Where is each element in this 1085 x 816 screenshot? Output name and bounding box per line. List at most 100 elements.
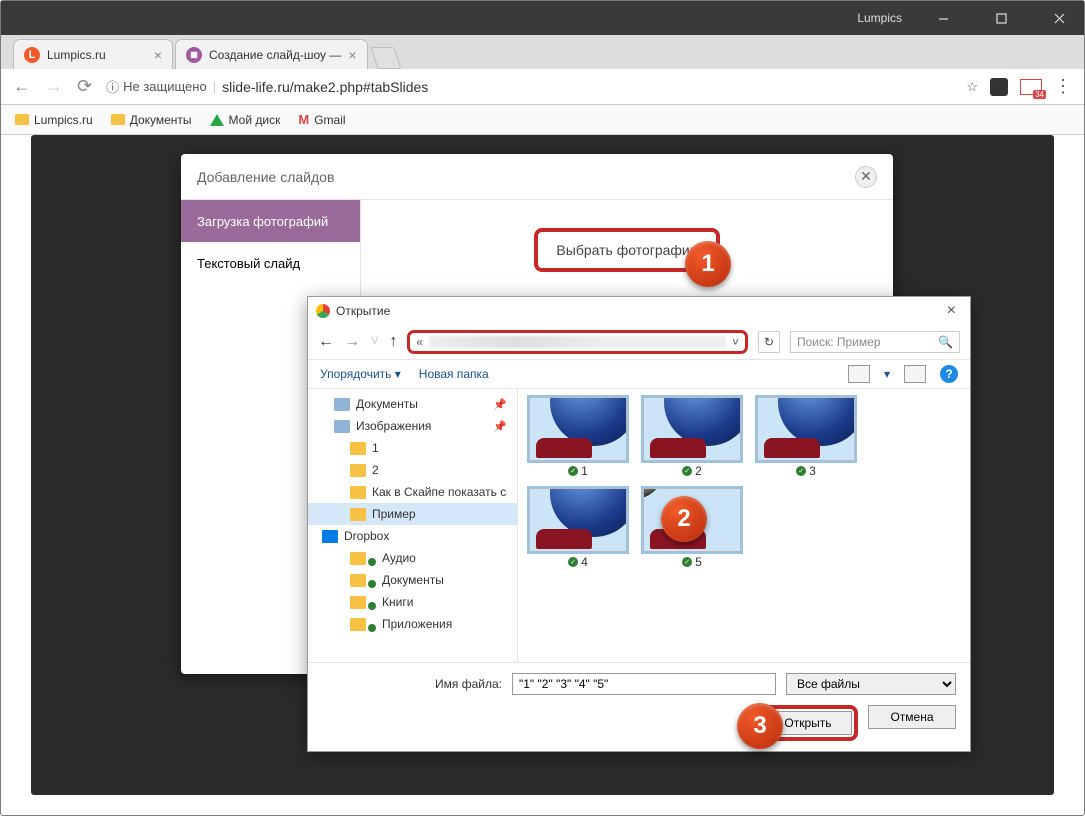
new-folder-button[interactable]: Новая папка [419,367,489,381]
preview-pane-button[interactable] [904,365,926,383]
pin-icon: 📌 [493,420,507,433]
callout-3: 3 [737,703,783,749]
search-icon: 🔍 [938,335,953,349]
organize-menu[interactable]: Упорядочить ▾ [320,367,401,381]
path-blurred [429,336,726,348]
folder-icon [350,596,366,609]
sync-icon [368,580,376,588]
file-path-field[interactable]: « ˅ [407,330,748,354]
window-close-button[interactable] [1042,6,1076,30]
tree-dropbox-apps[interactable]: Приложения [308,613,517,635]
tree-folder-1[interactable]: 1 [308,437,517,459]
tab-title: Создание слайд-шоу — [209,48,341,62]
back-button[interactable]: ← [13,76,31,97]
view-mode-button[interactable] [848,365,870,383]
file-dialog-close-button[interactable]: × [941,302,962,320]
url-input[interactable] [222,79,562,95]
file-forward-button[interactable]: → [344,333,360,351]
sync-icon [368,602,376,610]
chevron-down-icon[interactable]: ▾ [884,367,890,381]
callout-2: 2 [661,496,707,542]
menu-icon[interactable]: ⋮ [1054,76,1072,97]
bookmark-documents[interactable]: Документы [111,113,192,127]
bookmark-star-icon[interactable]: ☆ [966,79,978,95]
sync-icon [368,624,376,632]
file-tree: Документы📌 Изображения📌 1 2 Как в Скайпе… [308,389,518,662]
folder-icon [350,574,366,587]
tab-favicon: L [24,47,40,63]
chevron-down-icon[interactable]: ˅ [732,335,739,349]
modal-tab-text[interactable]: Текстовый слайд [181,242,360,284]
tab-close-icon[interactable]: × [154,47,162,63]
tree-dropbox-books[interactable]: Книги [308,591,517,613]
folder-icon [111,114,125,125]
dropbox-icon [322,530,338,543]
info-icon: ⓘ [106,77,119,96]
folder-icon [350,442,366,455]
window-app-name: Lumpics [857,11,902,25]
window-maximize-button[interactable] [984,6,1018,30]
bookmark-lumpics[interactable]: Lumpics.ru [15,113,93,127]
tree-dropbox-audio[interactable]: Аудио [308,547,517,569]
tree-folder-skype[interactable]: Как в Скайпе показать с [308,481,517,503]
path-chevron-icon: « [416,335,423,349]
folder-icon [15,114,29,125]
sync-badge-icon: ✓ [796,466,806,476]
refresh-button[interactable]: ↻ [758,331,780,353]
sync-icon [368,558,376,566]
extension-icon[interactable] [990,78,1008,96]
file-thumb-1[interactable]: ✓1 [528,397,628,478]
tree-dropbox[interactable]: Dropbox [308,525,517,547]
browser-tab-0[interactable]: L Lumpics.ru × [13,39,173,69]
modal-close-button[interactable]: ✕ [855,166,877,188]
browser-addressbar: ← → ⟳ ⓘ Не защищено | ☆ ⋮ [1,69,1084,105]
sync-badge-icon: ✓ [682,466,692,476]
browser-tab-1[interactable]: ▦ Создание слайд-шоу — × [175,39,368,69]
file-up-button[interactable]: ˅ [370,333,379,351]
tree-images[interactable]: Изображения📌 [308,415,517,437]
filetype-select[interactable]: Все файлы [786,673,956,695]
security-indicator[interactable]: ⓘ Не защищено [106,77,207,96]
file-search-field[interactable]: Поиск: Пример 🔍 [790,331,960,353]
sync-badge-icon: ✓ [568,466,578,476]
file-back-button[interactable]: ← [318,333,334,351]
folder-icon [350,508,366,521]
tree-documents[interactable]: Документы📌 [308,393,517,415]
address-field[interactable]: ⓘ Не защищено | [106,77,952,96]
file-up-icon[interactable]: ↑ [389,333,397,351]
folder-icon [350,486,366,499]
folder-icon [350,464,366,477]
file-grid: ✓1 ✓2 ✓3 ✓4 ✓5 [518,389,970,662]
browser-tabstrip: L Lumpics.ru × ▦ Создание слайд-шоу — × [1,35,1084,69]
filename-label: Имя файла: [322,677,502,691]
bookmarks-bar: Lumpics.ru Документы Мой диск MGmail [1,105,1084,135]
window-minimize-button[interactable] [926,6,960,30]
filename-input[interactable] [512,673,776,695]
modal-tab-upload[interactable]: Загрузка фотографий [181,200,360,242]
search-placeholder: Поиск: Пример [797,335,881,349]
file-thumb-2[interactable]: ✓2 [642,397,742,478]
sync-badge-icon: ✓ [568,557,578,567]
bookmark-drive[interactable]: Мой диск [210,113,281,127]
bookmark-gmail[interactable]: MGmail [298,112,345,127]
reload-button[interactable]: ⟳ [77,76,92,97]
tab-close-icon[interactable]: × [348,47,356,63]
tree-folder-2[interactable]: 2 [308,459,517,481]
new-tab-button[interactable] [370,47,401,69]
tab-title: Lumpics.ru [47,48,106,62]
sync-badge-icon: ✓ [682,557,692,567]
tree-folder-example[interactable]: Пример [308,503,517,525]
folder-icon [350,618,366,631]
window-titlebar: Lumpics [1,1,1084,35]
tree-dropbox-docs[interactable]: Документы [308,569,517,591]
file-thumb-3[interactable]: ✓3 [756,397,856,478]
help-button[interactable]: ? [940,365,958,383]
cancel-button[interactable]: Отмена [868,705,956,729]
forward-button[interactable]: → [45,76,63,97]
documents-icon [334,398,350,411]
tab-favicon: ▦ [186,47,202,63]
file-dialog-title: Открытие [336,304,390,318]
file-thumb-4[interactable]: ✓4 [528,488,628,569]
gmail-extension-icon[interactable] [1020,79,1042,95]
insecure-label: Не защищено [123,79,207,94]
